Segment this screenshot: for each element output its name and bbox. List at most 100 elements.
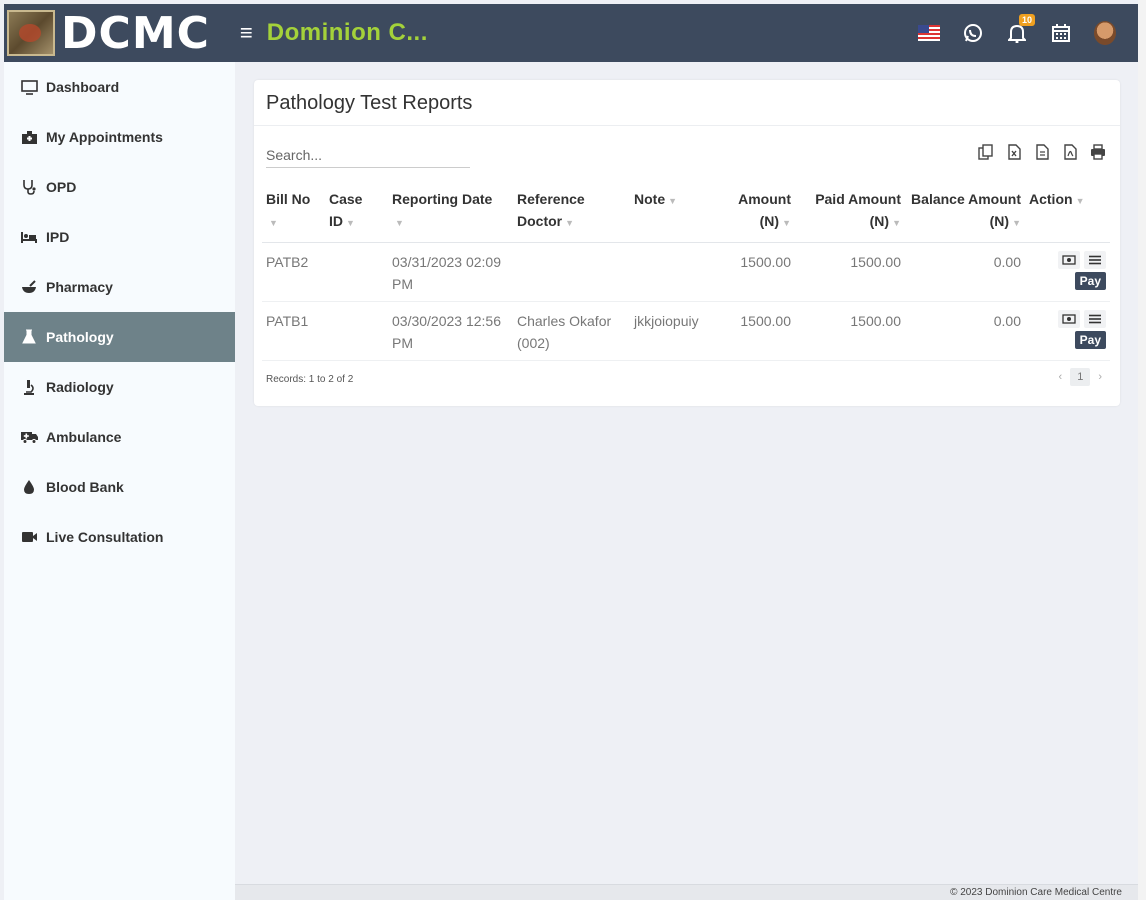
- cell-reporting-date: 03/31/2023 02:09 PM: [388, 242, 513, 302]
- sidebar-item-label: Live Consultation: [46, 529, 164, 545]
- cell-case-id: [325, 301, 388, 361]
- cell-paid-amount: 1500.00: [795, 242, 905, 302]
- sort-icon: ▼: [346, 218, 355, 228]
- pdf-icon[interactable]: [1062, 144, 1078, 160]
- cell-bill-no: PATB2: [262, 242, 325, 302]
- sort-icon: ▼: [1012, 218, 1021, 228]
- csv-icon[interactable]: [1034, 144, 1050, 160]
- pay-button[interactable]: Pay: [1074, 272, 1106, 290]
- sidebar-item-label: Pharmacy: [46, 279, 113, 295]
- table-row: PATB2 03/31/2023 02:09 PM 1500.00 1500.0…: [262, 242, 1110, 302]
- menu-toggle-icon[interactable]: ≡: [240, 20, 253, 46]
- sidebar-item-label: Ambulance: [46, 429, 122, 445]
- flask-icon: [18, 329, 40, 345]
- export-toolbar: [978, 144, 1106, 160]
- footer: © 2023 Dominion Care Medical Centre: [235, 884, 1146, 900]
- sort-icon: ▼: [269, 218, 278, 228]
- pathology-reports-card: Pathology Test Reports Bill No▼ Case ID▼…: [254, 80, 1120, 406]
- sidebar-item-pharmacy[interactable]: Pharmacy: [4, 262, 235, 312]
- cell-reference-doctor: Charles Okafor (002): [513, 301, 630, 361]
- sidebar-item-dashboard[interactable]: Dashboard: [4, 62, 235, 112]
- table-header-row: Bill No ▼ Case ID ▼ Reporting Date ▼ Refere…: [262, 184, 1110, 243]
- window-scrollbar[interactable]: [1138, 0, 1146, 900]
- column-header-note[interactable]: Note ▼: [630, 184, 720, 243]
- user-avatar[interactable]: [1094, 21, 1116, 45]
- language-flag-icon[interactable]: [918, 22, 940, 44]
- money-icon[interactable]: [1058, 310, 1080, 328]
- hospital-icon: [18, 130, 40, 145]
- sidebar-item-label: OPD: [46, 179, 77, 195]
- cell-amount: 1500.00: [720, 242, 795, 302]
- pathology-reports-table: Bill No ▼ Case ID ▼ Reporting Date ▼ Refere…: [262, 184, 1110, 361]
- column-header-case-id[interactable]: Case ID ▼: [325, 184, 388, 243]
- sidebar-item-pathology[interactable]: Pathology: [4, 312, 235, 362]
- sidebar-item-blood-bank[interactable]: Blood Bank: [4, 462, 235, 512]
- blood-drop-icon: [18, 479, 40, 495]
- cell-note: jkkjoiopuiy: [630, 301, 720, 361]
- sort-icon: ▼: [565, 218, 575, 228]
- pagination: ‹ 1 ›: [1059, 368, 1102, 386]
- cell-reporting-date: 03/30/2023 12:56 PM: [388, 301, 513, 361]
- column-header-reference-doctor[interactable]: Reference Doctor ▼: [513, 184, 630, 243]
- pay-button[interactable]: Pay: [1074, 331, 1106, 349]
- sidebar-item-live-consultation[interactable]: Live Consultation: [4, 512, 235, 562]
- sidebar-item-label: IPD: [46, 229, 70, 245]
- column-header-action[interactable]: Action ▼: [1025, 184, 1110, 243]
- table-row: PATB1 03/30/2023 12:56 PM Charles Okafor…: [262, 301, 1110, 361]
- bed-icon: [18, 230, 40, 244]
- column-header-reporting-date[interactable]: Reporting Date ▼: [388, 184, 513, 243]
- cell-action: Pay: [1025, 301, 1110, 361]
- sort-icon: ▼: [892, 218, 901, 228]
- sidebar: Dashboard My Appointments OPD IPD Pharma…: [4, 62, 235, 900]
- sort-icon: ▼: [782, 218, 791, 228]
- logo[interactable]: DCMC: [4, 4, 210, 62]
- sidebar-item-label: Blood Bank: [46, 479, 124, 495]
- cell-balance-amount: 0.00: [905, 301, 1025, 361]
- excel-icon[interactable]: [1006, 144, 1022, 160]
- copy-icon[interactable]: [978, 144, 994, 160]
- column-header-amount[interactable]: Amount (N) ▼: [720, 184, 795, 243]
- money-icon[interactable]: [1058, 251, 1080, 269]
- sidebar-item-ipd[interactable]: IPD: [4, 212, 235, 262]
- page-title: Pathology Test Reports: [254, 80, 1120, 126]
- top-navbar: DCMC ≡ Dominion C... 10: [4, 4, 1138, 62]
- sidebar-item-label: Pathology: [46, 329, 114, 345]
- ambulance-icon: [18, 430, 40, 444]
- top-icons: 10: [918, 4, 1116, 62]
- sort-icon: ▼: [395, 218, 404, 228]
- sidebar-item-label: My Appointments: [46, 129, 163, 145]
- cell-bill-no: PATB1: [262, 301, 325, 361]
- mortar-pestle-icon: [18, 279, 40, 295]
- video-camera-icon: [18, 531, 40, 543]
- menu-lines-icon[interactable]: [1084, 251, 1106, 269]
- cell-case-id: [325, 242, 388, 302]
- prev-page-icon[interactable]: ‹: [1059, 371, 1063, 383]
- sort-icon: ▼: [1075, 196, 1085, 206]
- sidebar-item-label: Radiology: [46, 379, 114, 395]
- stethoscope-icon: [18, 179, 40, 195]
- cell-reference-doctor: [513, 242, 630, 302]
- sidebar-item-ambulance[interactable]: Ambulance: [4, 412, 235, 462]
- logo-image: [7, 10, 55, 56]
- menu-lines-icon[interactable]: [1084, 310, 1106, 328]
- print-icon[interactable]: [1090, 144, 1106, 160]
- cell-action: Pay: [1025, 242, 1110, 302]
- notification-bell-icon[interactable]: 10: [1006, 14, 1035, 44]
- column-header-balance-amount[interactable]: Balance Amount (N) ▼: [905, 184, 1025, 243]
- notification-count-badge: 10: [1018, 14, 1035, 26]
- next-page-icon[interactable]: ›: [1098, 371, 1102, 383]
- cell-note: [630, 242, 720, 302]
- sidebar-item-my-appointments[interactable]: My Appointments: [4, 112, 235, 162]
- cell-paid-amount: 1500.00: [795, 301, 905, 361]
- sidebar-item-opd[interactable]: OPD: [4, 162, 235, 212]
- page-number-button[interactable]: 1: [1070, 368, 1091, 386]
- search-input[interactable]: [266, 142, 470, 168]
- sidebar-item-radiology[interactable]: Radiology: [4, 362, 235, 412]
- monitor-icon: [18, 79, 40, 95]
- calendar-icon[interactable]: [1050, 22, 1072, 44]
- column-header-paid-amount[interactable]: Paid Amount (N) ▼: [795, 184, 905, 243]
- whatsapp-icon[interactable]: [962, 22, 984, 44]
- sidebar-item-label: Dashboard: [46, 79, 120, 95]
- cell-amount: 1500.00: [720, 301, 795, 361]
- column-header-bill-no[interactable]: Bill No ▼: [262, 184, 325, 243]
